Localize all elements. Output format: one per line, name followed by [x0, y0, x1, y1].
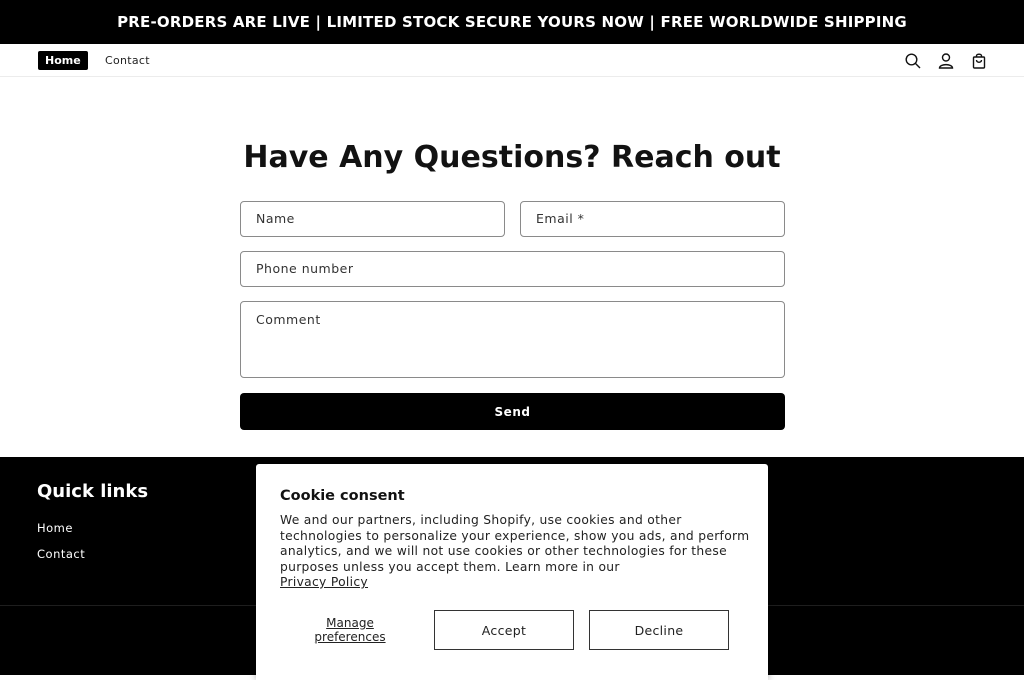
site-header: Home Contact [0, 44, 1024, 77]
comment-placeholder: Comment [256, 312, 321, 327]
manage-preferences-button[interactable]: Manage preferences [300, 616, 400, 644]
accept-button[interactable]: Accept [434, 610, 574, 650]
account-icon[interactable] [937, 52, 955, 70]
cookie-consent-dialog: Cookie consent We and our partners, incl… [256, 464, 768, 680]
comment-field[interactable]: Comment [240, 301, 785, 378]
name-field[interactable]: Name [240, 201, 505, 237]
quick-links-title: Quick links [37, 481, 149, 502]
decline-button[interactable]: Decline [589, 610, 729, 650]
send-button[interactable]: Send [240, 393, 785, 430]
page-title: Have Any Questions? Reach out [243, 140, 781, 175]
cart-icon[interactable] [970, 52, 988, 70]
cookie-body: We and our partners, including Shopify, … [280, 513, 750, 574]
announcement-bar: PRE-ORDERS ARE LIVE | LIMITED STOCK SECU… [0, 0, 1024, 44]
announcement-text: PRE-ORDERS ARE LIVE | LIMITED STOCK SECU… [117, 13, 907, 31]
cookie-text: We and our partners, including Shopify, … [280, 513, 750, 591]
name-placeholder: Name [256, 211, 295, 226]
phone-placeholder: Phone number [256, 261, 354, 276]
privacy-policy-link[interactable]: Privacy Policy [280, 575, 368, 589]
footer-link-home[interactable]: Home [37, 521, 73, 535]
nav-home-link[interactable]: Home [38, 51, 88, 70]
footer-link-contact[interactable]: Contact [37, 547, 85, 561]
search-icon[interactable] [904, 52, 922, 70]
nav-contact-link[interactable]: Contact [105, 51, 150, 70]
email-field[interactable]: Email * [520, 201, 785, 237]
phone-field[interactable]: Phone number [240, 251, 785, 287]
email-placeholder: Email * [536, 211, 585, 226]
cookie-title: Cookie consent [280, 488, 405, 504]
